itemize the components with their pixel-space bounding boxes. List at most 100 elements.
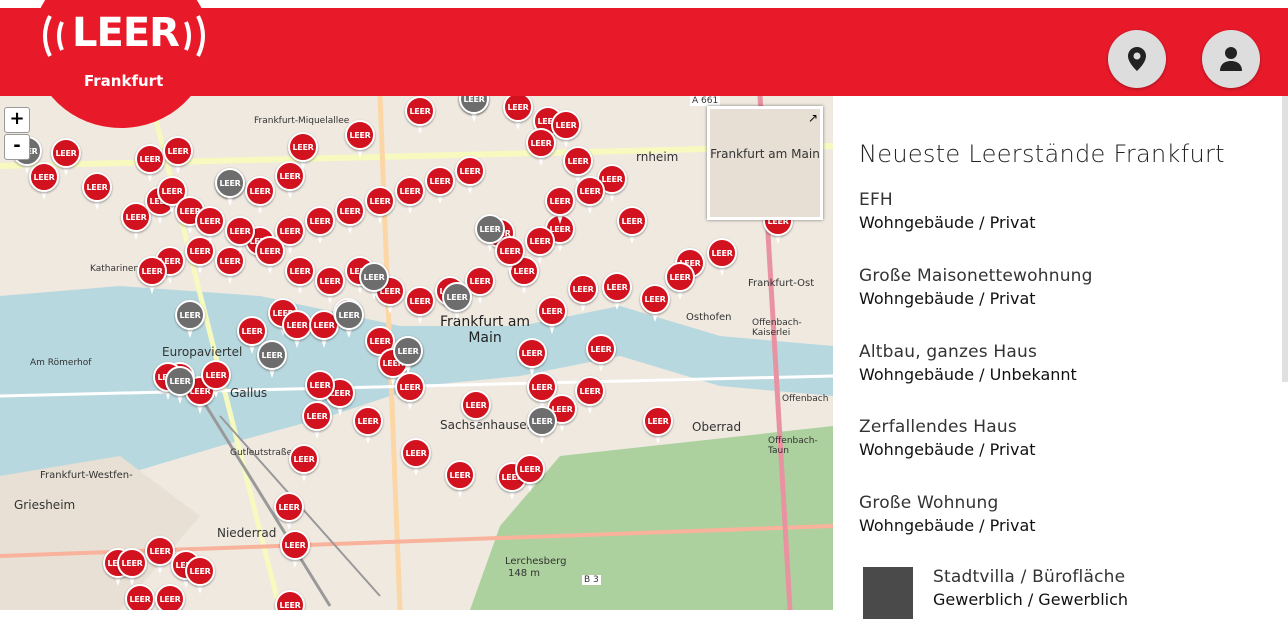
vacancy-marker[interactable]: LEER xyxy=(395,372,425,412)
vacancy-marker[interactable]: LEER xyxy=(285,256,315,296)
marker-head: LEER xyxy=(245,176,275,206)
vacancy-marker[interactable]: LEER xyxy=(545,186,575,226)
vacancy-marker[interactable]: LEER xyxy=(445,460,475,500)
marker-label: LEER xyxy=(129,594,151,604)
vacancy-marker[interactable]: LEER xyxy=(353,406,383,446)
vacancy-marker[interactable]: LEER xyxy=(401,438,431,478)
vacancy-marker[interactable]: LEER xyxy=(405,96,435,136)
marker-label: LEER xyxy=(349,130,371,140)
vacancy-marker[interactable]: LEER xyxy=(163,136,193,176)
marker-head: LEER xyxy=(334,300,364,330)
vacancy-marker[interactable]: LEER xyxy=(255,236,285,276)
marker-head: LEER xyxy=(525,226,555,256)
vacancy-marker-inactive[interactable]: LEER xyxy=(334,300,364,340)
vacancy-marker[interactable]: LEER xyxy=(345,120,375,160)
marker-label: LEER xyxy=(521,348,543,358)
vacancy-marker-inactive[interactable]: LEER xyxy=(475,214,505,254)
vacancy-marker[interactable]: LEER xyxy=(225,216,255,256)
vacancy-marker-inactive[interactable]: LEER xyxy=(175,300,205,340)
marker-label: LEER xyxy=(159,594,181,604)
vacancy-marker[interactable]: LEER xyxy=(275,590,305,610)
vacancy-marker-inactive[interactable]: LEER xyxy=(165,366,195,406)
vacancy-marker-inactive[interactable]: LEER xyxy=(393,336,423,376)
vacancy-marker[interactable]: LEER xyxy=(137,256,167,296)
vacancy-marker-inactive[interactable]: LEER xyxy=(215,168,245,208)
vacancy-marker[interactable]: LEER xyxy=(405,286,435,326)
vacancy-marker[interactable]: LEER xyxy=(575,376,605,416)
list-item-category: Wohngebäude / Privat xyxy=(859,213,1036,232)
marker-head: LEER xyxy=(155,584,185,610)
vacancy-marker[interactable]: LEER xyxy=(117,548,147,588)
marker-label: LEER xyxy=(205,370,227,380)
vacancy-marker[interactable]: LEER xyxy=(125,584,155,610)
vacancy-marker[interactable]: LEER xyxy=(643,406,673,446)
vacancy-marker-inactive[interactable]: LEER xyxy=(527,406,557,446)
minimap-toggle-icon[interactable]: ↗ xyxy=(808,111,818,125)
vacancy-marker[interactable]: LEER xyxy=(302,401,332,441)
minimap[interactable]: Frankfurt am Main ↗ xyxy=(707,106,823,220)
vacancy-marker[interactable]: LEER xyxy=(707,238,737,278)
marker-head: LEER xyxy=(475,214,505,244)
marker-label: LEER xyxy=(313,320,335,330)
vacancy-marker[interactable]: LEER xyxy=(365,186,395,226)
marker-label: LEER xyxy=(567,156,589,166)
vacancy-marker[interactable]: LEER xyxy=(155,584,185,610)
marker-label: LEER xyxy=(409,106,431,116)
vacancy-marker[interactable]: LEER xyxy=(461,390,491,430)
vacancy-marker[interactable]: LEER xyxy=(274,492,304,532)
marker-head: LEER xyxy=(617,206,647,236)
list-item[interactable]: Altbau, ganzes Haus Wohngebäude / Unbeka… xyxy=(859,342,1279,384)
vacancy-marker[interactable]: LEER xyxy=(425,166,455,206)
list-item[interactable]: Stadtvilla / Bürofläche Gewerblich / Gew… xyxy=(863,567,1283,627)
marker-label: LEER xyxy=(399,382,421,392)
marker-head: LEER xyxy=(274,492,304,522)
vacancy-marker[interactable]: LEER xyxy=(289,444,319,484)
vacancy-marker-inactive[interactable]: LEER xyxy=(359,262,389,302)
vacancy-marker[interactable]: LEER xyxy=(586,334,616,374)
marker-label: LEER xyxy=(279,600,301,610)
vacancy-marker[interactable]: LEER xyxy=(515,454,545,494)
marker-head: LEER xyxy=(137,256,167,286)
vacancy-marker[interactable]: LEER xyxy=(288,132,318,172)
vacancy-marker[interactable]: LEER xyxy=(195,206,225,246)
user-button[interactable] xyxy=(1202,30,1260,88)
vacancy-marker[interactable]: LEER xyxy=(503,96,533,132)
vacancy-marker-inactive[interactable]: LEER xyxy=(442,282,472,322)
list-item[interactable]: Große Maisonettewohnung Wohngebäude / Pr… xyxy=(859,266,1279,308)
marker-head: LEER xyxy=(165,366,195,396)
vacancy-marker[interactable]: LEER xyxy=(185,556,215,596)
list-item[interactable]: EFH Wohngebäude / Privat xyxy=(859,190,1279,232)
vacancy-marker[interactable]: LEER xyxy=(617,206,647,246)
vacancy-marker[interactable]: LEER xyxy=(82,172,112,212)
vacancy-marker[interactable]: LEER xyxy=(245,176,275,216)
list-item[interactable]: Zerfallendes Haus Wohngebäude / Privat xyxy=(859,417,1279,459)
vacancy-marker-inactive[interactable]: LEER xyxy=(257,340,287,380)
map[interactable]: + - Frankfurt am Main ↗ Griesheim Nieder… xyxy=(0,96,833,610)
vacancy-marker[interactable]: LEER xyxy=(602,272,632,312)
vacancy-marker[interactable]: LEER xyxy=(526,128,556,168)
vacancy-marker[interactable]: LEER xyxy=(395,176,425,216)
marker-head: LEER xyxy=(425,166,455,196)
logo-city: Frankfurt xyxy=(84,72,164,90)
marker-label: LEER xyxy=(309,380,331,390)
vacancy-marker[interactable]: LEER xyxy=(525,226,555,266)
panel-scrollbar[interactable] xyxy=(1282,96,1288,382)
vacancy-marker[interactable]: LEER xyxy=(335,196,365,236)
vacancy-marker-inactive[interactable]: LEER xyxy=(459,96,489,124)
vacancy-marker[interactable]: LEER xyxy=(280,530,310,570)
zoom-out-button[interactable]: - xyxy=(4,134,30,160)
marker-head: LEER xyxy=(455,156,485,186)
zoom-in-button[interactable]: + xyxy=(4,107,30,133)
list-item[interactable]: Große Wohnung Wohngebäude / Privat xyxy=(859,493,1279,535)
marker-label: LEER xyxy=(531,382,553,392)
vacancy-marker[interactable]: LEER xyxy=(201,360,231,400)
marker-head: LEER xyxy=(602,272,632,302)
vacancy-marker[interactable]: LEER xyxy=(537,296,567,336)
vacancy-marker[interactable]: LEER xyxy=(568,274,598,314)
vacancy-marker[interactable]: LEER xyxy=(305,206,335,246)
marker-label: LEER xyxy=(369,336,391,346)
vacancy-marker[interactable]: LEER xyxy=(575,176,605,216)
vacancy-marker[interactable]: LEER xyxy=(455,156,485,196)
vacancy-marker[interactable]: LEER xyxy=(640,284,670,324)
locate-button[interactable] xyxy=(1108,30,1166,88)
